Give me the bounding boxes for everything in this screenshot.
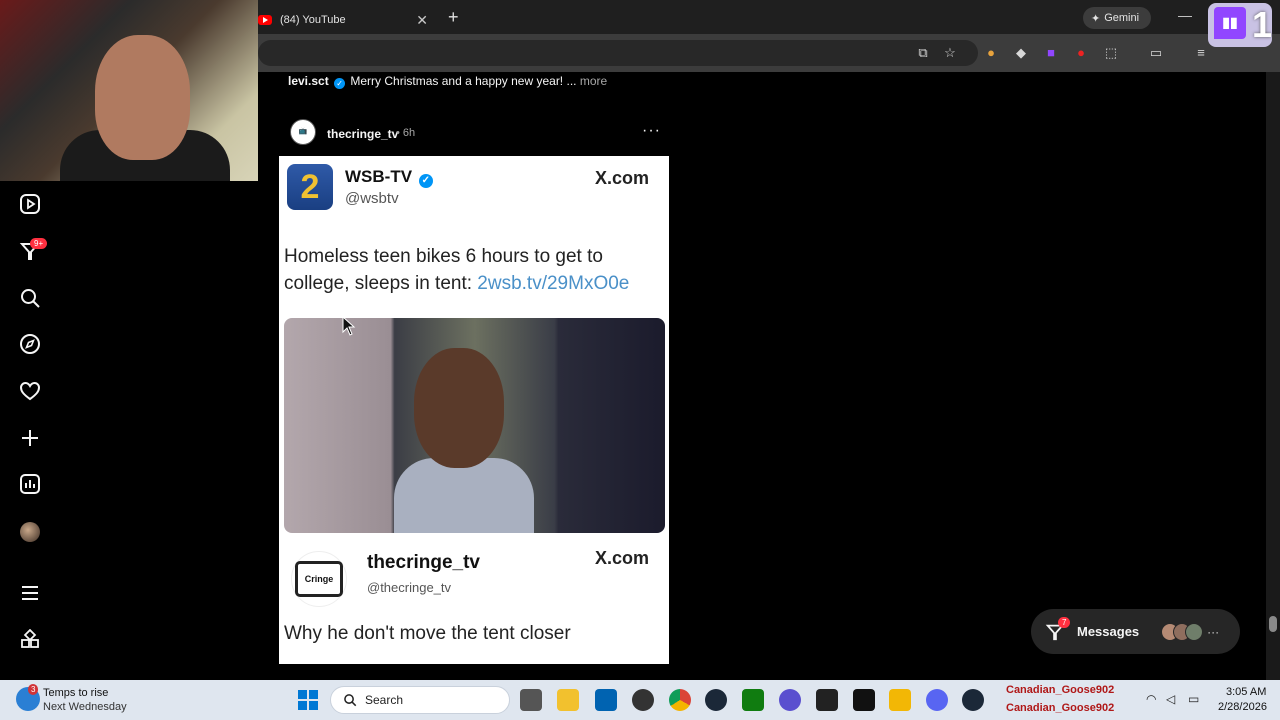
menu-icon[interactable] (18, 582, 42, 606)
previous-post-text: Merry Christmas and a happy new year! ..… (350, 74, 577, 88)
tab-youtube[interactable]: (84) YouTube ✕ (248, 6, 438, 34)
close-icon[interactable]: ✕ (416, 12, 428, 29)
create-icon[interactable] (18, 427, 42, 451)
messages-button[interactable]: Messages ··· (1031, 609, 1240, 654)
mouse-cursor-icon (342, 316, 356, 336)
twitch-icon: ▮▮ (1214, 7, 1246, 39)
verified-icon: ✓ (334, 78, 346, 89)
tweet-author-handle: @wsbtv (345, 190, 399, 207)
task-view-icon[interactable] (520, 689, 542, 711)
page-scrollbar[interactable] (1266, 72, 1280, 680)
dashboard-icon[interactable] (18, 473, 42, 497)
tray-user-label: Canadian_Goose902 (1006, 684, 1115, 696)
message-avatars: ··· (1161, 622, 1220, 641)
taskbar-search-placeholder: Search (365, 693, 404, 707)
tweet-author-name: WSB-TV ✓ (345, 167, 435, 188)
reply-text: Why he don't move the tent closer (284, 623, 571, 644)
post-options-button[interactable]: ··· (642, 122, 661, 140)
search-icon[interactable] (18, 287, 42, 311)
scrollbar-thumb[interactable] (1269, 616, 1277, 632)
webcam-person-face (95, 35, 190, 160)
battery-icon[interactable]: ▭ (1188, 692, 1199, 706)
post-image[interactable]: 2 WSB-TV ✓ @wsbtv X.com Homeless teen bi… (279, 156, 669, 664)
tweet-text: Homeless teen bikes 6 hours to get to co… (284, 243, 664, 297)
avatar (1185, 622, 1204, 641)
weather-subtitle[interactable]: Next Wednesday (43, 701, 127, 713)
start-button[interactable] (298, 690, 318, 710)
tab-label: (84) YouTube (280, 14, 346, 26)
tweet-photo (284, 318, 665, 533)
sparkle-icon: ✦ (1091, 12, 1101, 25)
post-author-avatar[interactable]: 📺 (290, 119, 316, 145)
file-explorer-icon[interactable] (557, 689, 579, 711)
x-source-label: X.com (595, 168, 650, 188)
minimize-button[interactable]: — (1178, 7, 1192, 23)
webcam-feed (0, 0, 258, 181)
x-source-label: X.com (595, 548, 650, 568)
profile-avatar[interactable] (20, 522, 40, 542)
post-time: • 6h (396, 127, 416, 139)
photo-person-shirt (394, 458, 534, 533)
xbox-icon[interactable] (742, 689, 764, 711)
more-link[interactable]: more (580, 74, 607, 88)
weather-title[interactable]: Temps to rise (43, 687, 108, 699)
previous-post-username[interactable]: levi.sct (288, 74, 329, 88)
7zip-icon[interactable] (816, 689, 838, 711)
gemini-button[interactable]: ✦ Gemini (1083, 7, 1151, 29)
taskbar-search[interactable]: Search (330, 686, 510, 714)
sidepanel-icon[interactable]: ▭ (1147, 44, 1165, 62)
overflow-dots: ··· (1207, 624, 1220, 639)
app-icon[interactable] (632, 689, 654, 711)
messages-label: Messages (1077, 624, 1140, 639)
reply-author-name: thecringe_tv (367, 552, 480, 573)
more-apps-icon[interactable] (18, 628, 42, 653)
notifications-badge: 9+ (30, 238, 48, 249)
extension-color-icon[interactable]: ● (982, 44, 1000, 62)
address-bar[interactable] (258, 40, 978, 66)
store-icon[interactable] (595, 689, 617, 711)
install-app-icon[interactable]: ⧉ (914, 44, 932, 62)
wifi-icon[interactable]: ◠ (1146, 692, 1156, 706)
clock-date[interactable]: 2/28/2026 (1218, 701, 1267, 713)
youtube-icon (258, 15, 272, 25)
search-icon (344, 694, 357, 707)
volume-icon[interactable]: ◁ (1166, 692, 1175, 706)
discord-icon[interactable] (926, 689, 948, 711)
reply-author-handle: @thecringe_tv (367, 580, 452, 595)
gemini-label: Gemini (1104, 12, 1140, 24)
tweet-link: 2wsb.tv/29MxO0e (477, 273, 630, 294)
verified-icon: ✓ (418, 174, 433, 188)
extension-twitch-icon[interactable]: ■ (1042, 44, 1060, 62)
reels-icon[interactable] (18, 193, 42, 217)
wsb-logo: 2 (287, 164, 333, 210)
tweet-author-name-text: WSB-TV (345, 167, 413, 186)
previous-post-caption: levi.sct ✓ Merry Christmas and a happy n… (288, 74, 607, 89)
new-tab-button[interactable]: + (448, 7, 459, 28)
epic-games-icon[interactable] (853, 689, 875, 711)
rockstar-icon[interactable] (889, 689, 911, 711)
overlay-number: 1 (1252, 4, 1273, 45)
extension-red-icon[interactable]: ● (1072, 44, 1090, 62)
extension-diamond-icon[interactable]: ◆ (1012, 44, 1030, 62)
post-username[interactable]: thecringe_tv (327, 127, 398, 141)
clock-time[interactable]: 3:05 AM (1226, 686, 1266, 698)
cringe-tv-logo: Cringe (295, 561, 343, 597)
steam-icon[interactable] (962, 689, 984, 711)
likes-icon[interactable] (18, 380, 42, 404)
steam-icon[interactable] (705, 689, 727, 711)
bookmark-star-icon[interactable]: ☆ (941, 44, 959, 62)
explore-icon[interactable] (18, 333, 42, 357)
photo-person-face (414, 348, 504, 468)
chrome-icon[interactable] (669, 689, 691, 711)
app-icon[interactable] (779, 689, 801, 711)
extensions-puzzle-icon[interactable]: ⬚ (1102, 44, 1120, 62)
tray-user-label: Canadian_Goose902 (1006, 702, 1115, 714)
reading-list-icon[interactable]: ≡ (1192, 44, 1210, 62)
